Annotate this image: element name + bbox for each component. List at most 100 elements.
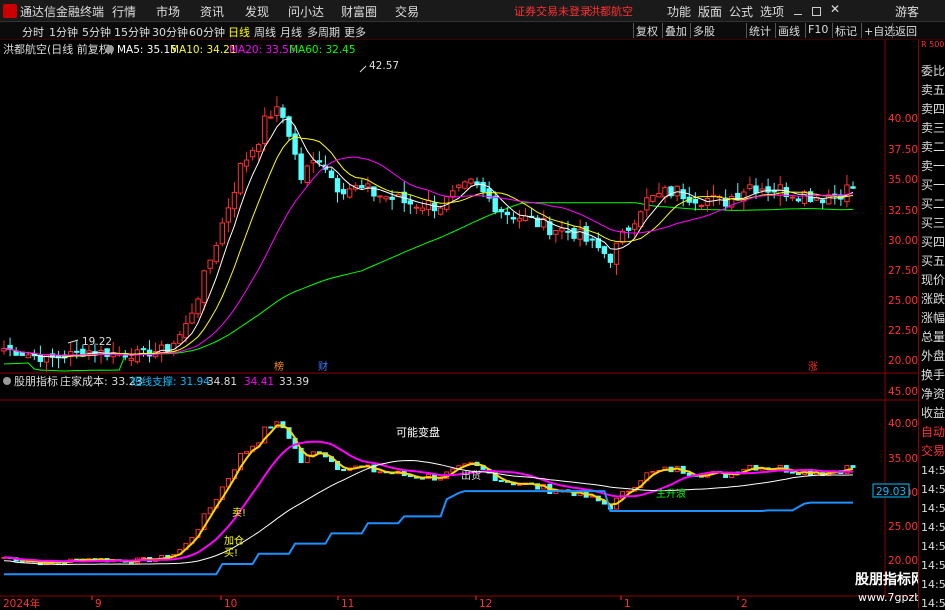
maximize-icon[interactable] — [812, 7, 821, 16]
candle[interactable] — [201, 270, 207, 303]
tool-huaxian[interactable]: 画线 — [775, 23, 802, 38]
period-30min[interactable]: 30分钟 — [152, 24, 188, 40]
sidebar-item[interactable]: 涨跌 — [921, 290, 945, 307]
candle[interactable] — [613, 242, 620, 265]
candle[interactable] — [680, 189, 686, 200]
candle[interactable] — [656, 193, 662, 198]
candle[interactable] — [795, 198, 802, 202]
candle[interactable] — [183, 322, 189, 339]
sidebar-item[interactable]: 买三 — [921, 214, 945, 231]
candle[interactable] — [158, 344, 165, 354]
sidebar-item[interactable]: 卖五 — [921, 81, 945, 98]
event-mark-bang[interactable]: 榜 — [274, 360, 284, 373]
menu-zixun[interactable]: 资讯 — [200, 3, 224, 20]
candle[interactable] — [140, 348, 147, 351]
settings-gear-icon[interactable] — [106, 45, 114, 53]
candle[interactable] — [692, 198, 699, 204]
candle[interactable] — [225, 207, 232, 223]
menu-shichang[interactable]: 市场 — [156, 3, 180, 20]
guest-label[interactable]: 游客 — [895, 3, 919, 20]
candle[interactable] — [759, 188, 765, 192]
candle[interactable] — [237, 162, 244, 194]
candle[interactable] — [328, 170, 335, 179]
sidebar-item[interactable]: 总量 — [921, 328, 945, 345]
candle[interactable] — [419, 207, 426, 211]
candle[interactable] — [468, 178, 474, 184]
sidebar-item[interactable]: 收益 — [921, 404, 945, 421]
tool-fuquan[interactable]: 复权 — [633, 23, 660, 38]
candle[interactable] — [407, 200, 414, 205]
candle[interactable] — [644, 197, 650, 211]
tool-biaoji[interactable]: 标记 — [832, 23, 859, 38]
period-fenshi[interactable]: 分时 — [22, 24, 44, 40]
candle[interactable] — [462, 181, 468, 189]
candle[interactable] — [262, 115, 268, 145]
period-monthly[interactable]: 月线 — [280, 24, 302, 40]
period-multi[interactable]: 多周期 — [307, 24, 340, 40]
candle[interactable] — [850, 186, 856, 189]
sidebar-item[interactable]: 自动 — [921, 423, 945, 440]
candle[interactable] — [243, 159, 250, 167]
candle[interactable] — [698, 204, 705, 208]
candle[interactable] — [819, 199, 826, 204]
candle[interactable] — [789, 196, 796, 199]
close-icon[interactable]: ✕ — [830, 2, 840, 16]
candle[interactable] — [171, 342, 177, 353]
candle[interactable] — [589, 238, 595, 241]
sidebar-item[interactable]: 现价 — [921, 271, 945, 288]
candle[interactable] — [413, 206, 420, 209]
tool-diejia[interactable]: 叠加 — [662, 23, 689, 38]
sidebar-item[interactable]: 卖三 — [921, 119, 945, 136]
sidebar-item[interactable]: 涨幅 — [921, 309, 945, 326]
event-mark-zhang[interactable]: 涨 — [808, 361, 818, 373]
period-60min[interactable]: 60分钟 — [189, 24, 225, 40]
candle[interactable] — [74, 350, 80, 353]
candle[interactable] — [377, 195, 383, 198]
candle[interactable] — [801, 191, 808, 204]
sidebar-item[interactable]: 卖一 — [921, 157, 945, 174]
candle[interactable] — [559, 227, 565, 232]
menu-faxian[interactable]: 发现 — [245, 3, 269, 20]
candle[interactable] — [231, 191, 238, 210]
candle[interactable] — [631, 223, 638, 230]
candle[interactable] — [504, 211, 511, 216]
candle[interactable] — [177, 334, 183, 344]
candle[interactable] — [619, 230, 626, 243]
candle[interactable] — [753, 185, 759, 194]
sidebar-item[interactable]: 买二 — [921, 195, 945, 212]
menu-caifuquan[interactable]: 财富圈 — [341, 3, 377, 20]
candle[interactable] — [346, 188, 353, 198]
sidebar-item[interactable]: 外盘 — [921, 347, 945, 364]
candle[interactable] — [625, 227, 632, 231]
sidebar-item[interactable]: 换手 — [921, 366, 945, 383]
sidebar-item[interactable]: 买五 — [921, 252, 945, 269]
event-mark-cai[interactable]: 财 — [318, 360, 328, 373]
sidebar-item[interactable]: 交易 — [921, 442, 945, 459]
candle[interactable] — [510, 216, 517, 220]
candle[interactable] — [437, 207, 444, 215]
menu-hangqing[interactable]: 行情 — [112, 3, 136, 20]
candle[interactable] — [189, 312, 195, 324]
candle[interactable] — [492, 195, 498, 213]
candle[interactable] — [134, 349, 141, 363]
candle[interactable] — [638, 211, 644, 228]
candle[interactable] — [365, 183, 371, 188]
menu-gongneng[interactable]: 功能 — [667, 3, 691, 20]
candle[interactable] — [553, 229, 559, 235]
menu-wenxiaoda[interactable]: 问小达 — [288, 3, 324, 20]
period-1min[interactable]: 1分钟 — [49, 24, 78, 40]
period-5min[interactable]: 5分钟 — [82, 24, 111, 40]
menu-gongshi[interactable]: 公式 — [729, 3, 753, 20]
candle[interactable] — [249, 149, 256, 158]
period-weekly[interactable]: 周线 — [254, 24, 276, 40]
minimize-icon[interactable] — [794, 14, 802, 15]
candle[interactable] — [298, 153, 304, 180]
candle[interactable] — [304, 165, 310, 184]
candle[interactable] — [389, 196, 395, 200]
period-daily[interactable]: 日线 — [228, 24, 250, 40]
candle[interactable] — [122, 355, 128, 358]
sidebar-item[interactable]: 卖四 — [921, 100, 945, 117]
candle[interactable] — [383, 196, 389, 200]
candle[interactable] — [577, 228, 583, 240]
sidebar-item[interactable]: 买一 — [921, 176, 945, 193]
